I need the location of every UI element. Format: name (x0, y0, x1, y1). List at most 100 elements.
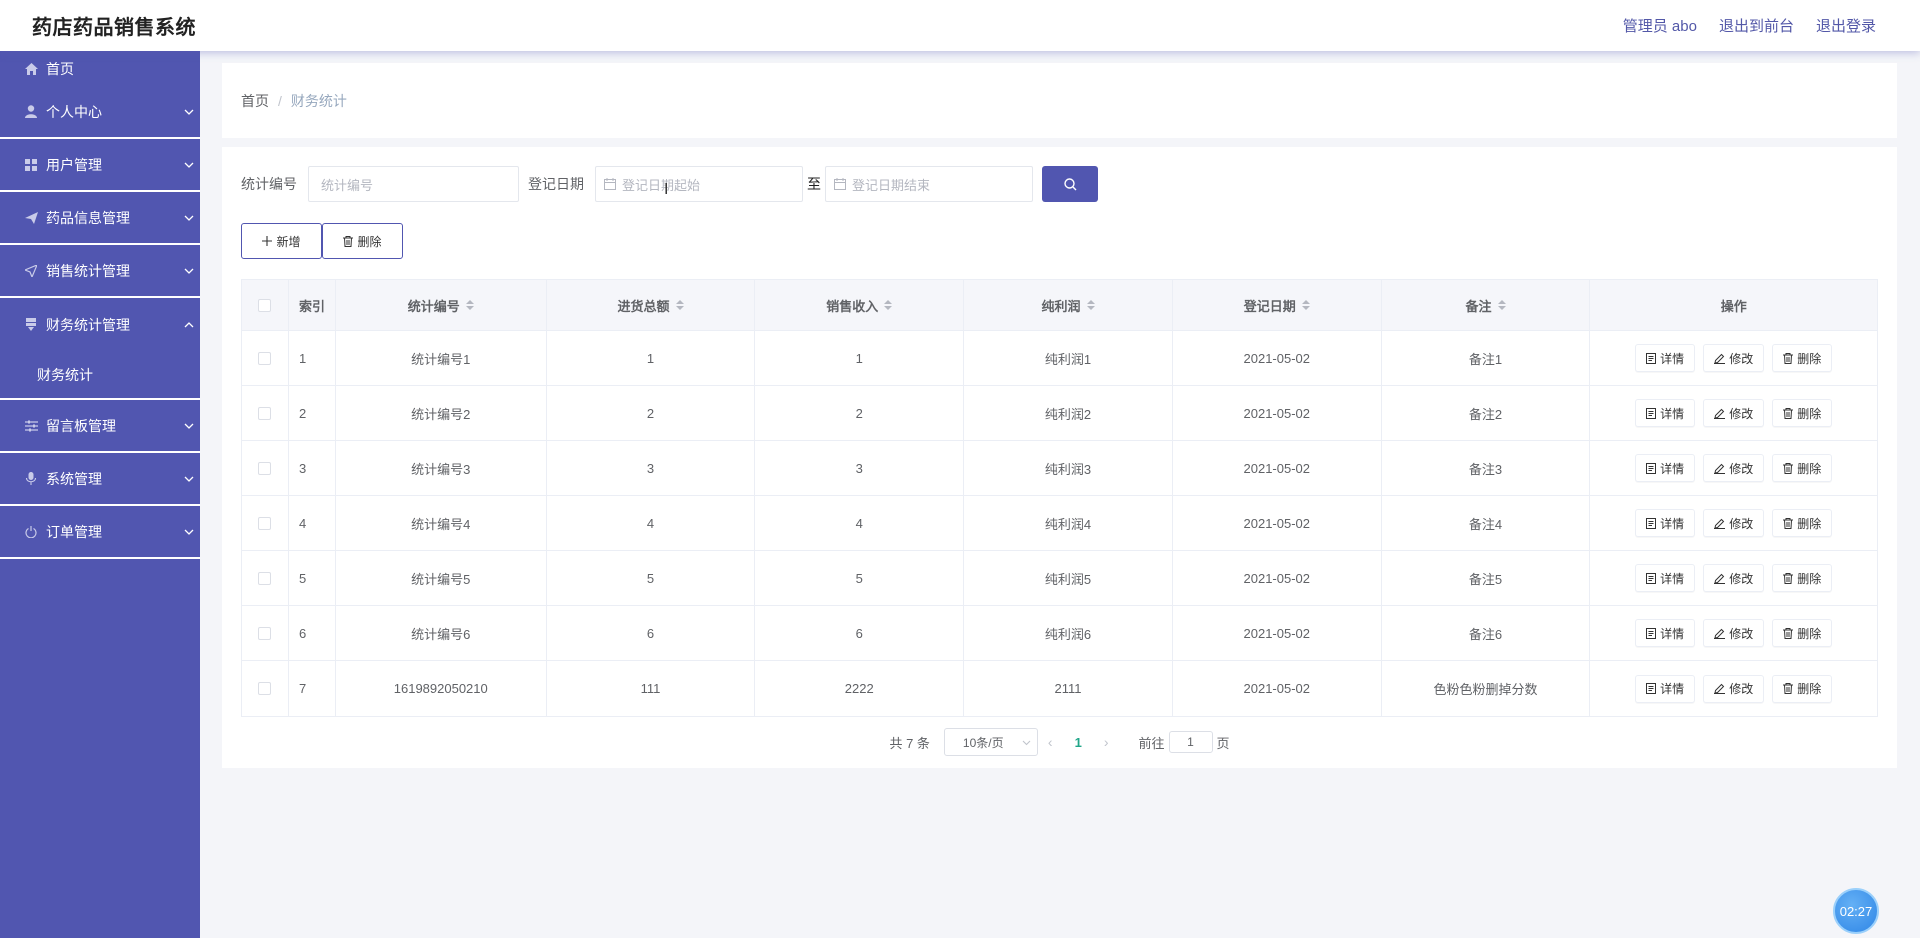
next-page-button[interactable]: › (1104, 734, 1109, 750)
header-profit[interactable]: 纯利润 (964, 280, 1173, 330)
detail-button[interactable]: 详情 (1635, 564, 1696, 592)
row-checkbox[interactable] (258, 571, 272, 585)
row-delete-label: 删除 (1797, 461, 1822, 476)
edit-button[interactable]: 修改 (1703, 564, 1765, 592)
sort-icon[interactable] (884, 300, 893, 310)
edit-button[interactable]: 修改 (1703, 619, 1765, 647)
user-icon (24, 105, 38, 119)
sidebar-item-label: 药品信息管理 (46, 209, 130, 226)
sidebar-item-sales-stats[interactable]: 销售统计管理 (0, 245, 200, 298)
edit-icon (1714, 683, 1726, 694)
row-delete-button[interactable]: 删除 (1772, 344, 1833, 372)
header-date[interactable]: 登记日期 (1173, 280, 1382, 330)
search-button[interactable] (1042, 166, 1098, 202)
sidebar-item-users[interactable]: 用户管理 (0, 139, 200, 192)
add-button[interactable]: 新增 (241, 223, 322, 259)
select-all-checkbox[interactable] (258, 298, 272, 312)
page-size-select[interactable]: 10条/页 (943, 728, 1038, 756)
goto-label: 前往 (1138, 735, 1165, 751)
row-delete-label: 删除 (1797, 626, 1822, 641)
edit-button[interactable]: 修改 (1703, 509, 1765, 537)
edit-button[interactable]: 修改 (1703, 454, 1765, 482)
row-delete-button[interactable]: 删除 (1772, 564, 1833, 592)
cell-code: 统计编号3 (336, 441, 547, 495)
detail-button[interactable]: 详情 (1635, 619, 1696, 647)
code-search-input[interactable]: 统计编号 (308, 166, 519, 202)
edit-button-label: 修改 (1729, 626, 1754, 641)
sort-icon[interactable] (465, 300, 474, 310)
row-delete-button[interactable]: 删除 (1772, 674, 1833, 703)
sort-icon[interactable] (1497, 300, 1506, 310)
sidebar-item-drug-info[interactable]: 药品信息管理 (0, 192, 200, 245)
edit-button[interactable]: 修改 (1703, 399, 1765, 427)
row-checkbox[interactable] (258, 351, 272, 365)
row-checkbox[interactable] (258, 516, 272, 530)
detail-button[interactable]: 详情 (1635, 509, 1696, 537)
calendar-icon (604, 178, 616, 190)
trash-icon (1783, 683, 1794, 694)
date-end-input[interactable]: 登记日期结束 (825, 166, 1033, 202)
sort-icon[interactable] (675, 300, 684, 310)
row-select-cell (242, 606, 289, 660)
sidebar-item-message-board[interactable]: 留言板管理 (0, 400, 200, 453)
sidebar-item-label: 用户管理 (46, 156, 102, 173)
detail-button[interactable]: 详情 (1635, 399, 1696, 427)
page-number-current[interactable]: 1 (1075, 735, 1082, 750)
batch-delete-button[interactable]: 删除 (322, 223, 403, 259)
cell-actions: 详情 修改 删除 (1590, 551, 1877, 605)
row-delete-button[interactable]: 删除 (1772, 399, 1833, 427)
row-checkbox[interactable] (258, 406, 272, 420)
cell-code: 统计编号6 (336, 606, 547, 660)
row-delete-button[interactable]: 删除 (1772, 509, 1833, 537)
header-code[interactable]: 统计编号 (336, 280, 547, 330)
row-checkbox[interactable] (258, 461, 272, 475)
table-row: 4 统计编号4 4 4 纯利润4 2021-05-02 备注4 详情 修改 删除 (242, 496, 1877, 551)
detail-button[interactable]: 详情 (1635, 674, 1696, 703)
cell-sales: 1 (755, 331, 965, 385)
chevron-down-icon (1022, 740, 1031, 746)
cell-note: 备注6 (1382, 606, 1591, 660)
header-note-label: 备注 (1465, 298, 1492, 314)
sidebar-item-label: 销售统计管理 (46, 262, 130, 279)
edit-button[interactable]: 修改 (1703, 674, 1765, 703)
header-purchase[interactable]: 进货总额 (547, 280, 756, 330)
send-icon (24, 211, 38, 225)
breadcrumb-home[interactable]: 首页 (241, 91, 269, 111)
sidebar-item-home[interactable]: 首页 (0, 51, 200, 86)
sort-icon[interactable] (1301, 300, 1310, 310)
edit-button[interactable]: 修改 (1703, 344, 1765, 372)
header-note[interactable]: 备注 (1382, 280, 1591, 330)
logout-link[interactable]: 退出登录 (1816, 15, 1876, 36)
prev-page-button[interactable]: ‹ (1048, 734, 1053, 750)
row-checkbox[interactable] (258, 626, 272, 640)
sidebar-subitem-finance-stats[interactable]: 财务统计 (0, 351, 200, 400)
header-actions: 操作 (1720, 298, 1747, 314)
table-row: 6 统计编号6 6 6 纯利润6 2021-05-02 备注6 详情 修改 删除 (242, 606, 1877, 661)
cell-sales: 2222 (755, 661, 965, 716)
exit-to-front-link[interactable]: 退出到前台 (1719, 15, 1794, 36)
row-delete-label: 删除 (1797, 682, 1822, 696)
header-sales[interactable]: 销售收入 (755, 280, 965, 330)
goto-page-input[interactable]: 1 (1168, 731, 1213, 753)
sidebar-item-personal-center[interactable]: 个人中心 (0, 86, 200, 139)
timer-badge[interactable]: 02:27 (1833, 888, 1879, 934)
detail-button[interactable]: 详情 (1635, 344, 1696, 372)
cell-actions: 详情 修改 删除 (1590, 606, 1877, 660)
admin-user-label[interactable]: 管理员 abo (1623, 15, 1697, 36)
breadcrumb: 首页 / 财务统计 (222, 63, 1897, 138)
row-delete-button[interactable]: 删除 (1772, 454, 1833, 482)
sort-icon[interactable] (1086, 300, 1095, 310)
date-start-input[interactable]: 登记日期起始 (595, 166, 803, 202)
cell-sales: 2 (755, 386, 965, 440)
sidebar-item-system[interactable]: 系统管理 (0, 453, 200, 506)
sidebar-item-orders[interactable]: 订单管理 (0, 506, 200, 559)
sidebar-item-finance-stats[interactable]: 财务统计管理 (0, 298, 200, 351)
cell-actions: 详情 修改 删除 (1590, 386, 1877, 440)
table-row: 5 统计编号5 5 5 纯利润5 2021-05-02 备注5 详情 修改 删除 (242, 551, 1877, 606)
cell-code: 1619892050210 (336, 661, 547, 716)
edit-icon (1714, 628, 1726, 639)
row-checkbox[interactable] (258, 682, 272, 695)
detail-button[interactable]: 详情 (1635, 454, 1696, 482)
row-delete-button[interactable]: 删除 (1772, 619, 1833, 647)
sidebar-item-label: 订单管理 (46, 523, 102, 540)
